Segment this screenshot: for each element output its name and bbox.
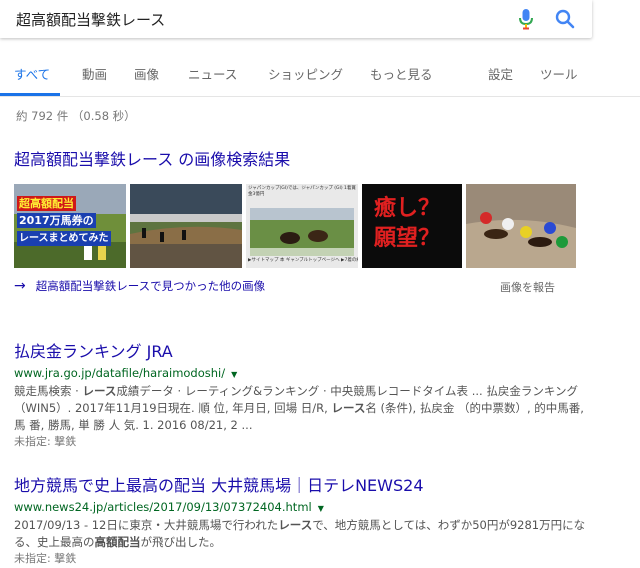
image-thumbnail[interactable]	[466, 184, 576, 268]
result-url: www.news24.jp/articles/2017/09/13/073724…	[14, 500, 614, 514]
search-result: 払戻金ランキング JRA www.jra.go.jp/datafile/hara…	[14, 338, 614, 450]
result-stats: 約 792 件 （0.58 秒）	[16, 109, 136, 123]
tab-videos[interactable]: 動画	[82, 64, 107, 83]
thumb-text-line: 超高額配当	[17, 196, 76, 211]
microphone-icon[interactable]	[518, 9, 534, 31]
thumb-footer: ▶サイトマップ 本 ギャンブルトップページへ ▶7着の結果	[248, 258, 358, 263]
result-title-link[interactable]: 地方競馬で史上最高の配当 大井競馬場｜日テレNEWS24	[14, 472, 614, 496]
search-bar: 超高額配当撃鉄レース	[0, 0, 592, 38]
tab-tools[interactable]: ツール	[540, 64, 578, 83]
thumb-caption: ジャパンカップ(GI)では、ジャパンカップ (GI) 1着賞金3億円	[248, 186, 356, 197]
snippet-highlight: 高額配当	[94, 535, 141, 549]
tab-all[interactable]: すべて	[14, 64, 50, 83]
missing-label: 未指定:	[14, 552, 55, 565]
tab-more[interactable]: もっと見る	[370, 64, 433, 83]
tab-shopping[interactable]: ショッピング	[268, 64, 343, 83]
thumb-text-line: 願望？	[374, 226, 441, 251]
image-thumbnail[interactable]: 超高額配当 2017万馬券の レースまとめてみた	[14, 184, 126, 268]
image-thumbnail[interactable]: 癒し？ 願望？	[362, 184, 462, 268]
thumb-text-line: レースまとめてみた	[17, 231, 111, 246]
image-results-heading[interactable]: 超高額配当撃鉄レース の画像検索結果	[14, 146, 290, 170]
thumb-text-line: 2017万馬券の	[17, 213, 96, 228]
snippet-highlight: レース	[82, 384, 117, 398]
missing-term-line: 未指定: 撃鉄	[14, 434, 614, 450]
snippet-segment: が飛び出した。	[140, 535, 222, 549]
result-title-link[interactable]: 払戻金ランキング JRA	[14, 338, 614, 362]
arrow-right-icon: →	[14, 278, 26, 294]
snippet-segment: 競走馬検索 ·	[14, 384, 83, 398]
image-thumbnail[interactable]: ジャパンカップ(GI)では、ジャパンカップ (GI) 1着賞金3億円 ▶サイトマ…	[246, 184, 358, 268]
dropdown-arrow-icon[interactable]: ▼	[318, 504, 324, 513]
result-snippet: 競走馬検索 · レース成績データ · レーティング&ランキング · 中央競馬レコ…	[14, 383, 589, 434]
result-url-text: www.news24.jp/articles/2017/09/13/073724…	[14, 500, 312, 514]
missing-label: 未指定:	[14, 435, 55, 448]
snippet-highlight: レース	[331, 401, 366, 415]
snippet-segment: 2017/09/13 - 12日に東京・大井競馬場で行われた	[14, 518, 279, 532]
search-tabs: すべて 動画 画像 ニュース ショッピング もっと見る 設定 ツール	[0, 56, 640, 97]
result-url: www.jra.go.jp/datafile/haraimodoshi/ ▼	[14, 366, 614, 380]
result-snippet: 2017/09/13 - 12日に東京・大井競馬場で行われたレースで、地方競馬と…	[14, 517, 589, 551]
tab-settings[interactable]: 設定	[488, 64, 513, 83]
search-icon[interactable]	[554, 8, 576, 30]
tab-news[interactable]: ニュース	[188, 64, 237, 83]
image-thumbnail[interactable]	[130, 184, 242, 268]
more-images-label: 超高額配当撃鉄レースで見つかった他の画像	[35, 279, 266, 293]
search-input[interactable]: 超高額配当撃鉄レース	[16, 9, 165, 30]
result-url-text: www.jra.go.jp/datafile/haraimodoshi/	[14, 366, 226, 380]
missing-term: 撃鉄	[54, 435, 77, 448]
missing-term: 撃鉄	[54, 552, 77, 565]
thumb-text-line: 癒し？	[374, 196, 441, 221]
dropdown-arrow-icon[interactable]: ▼	[231, 370, 237, 379]
search-result: 地方競馬で史上最高の配当 大井競馬場｜日テレNEWS24 www.news24.…	[14, 472, 614, 567]
missing-term-line: 未指定: 撃鉄	[14, 551, 614, 567]
more-images-link[interactable]: → 超高額配当撃鉄レースで見つかった他の画像	[14, 278, 265, 294]
report-images-link[interactable]: 画像を報告	[500, 279, 555, 295]
tab-images[interactable]: 画像	[134, 64, 159, 83]
active-tab-indicator	[0, 93, 60, 96]
snippet-highlight: レース	[278, 518, 313, 532]
